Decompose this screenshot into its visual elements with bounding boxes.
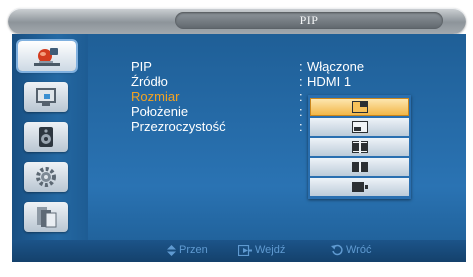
size-option-small-corner[interactable] bbox=[310, 98, 409, 116]
sidebar-item-multi[interactable] bbox=[24, 202, 68, 232]
menu-label-source[interactable]: Źródło bbox=[131, 75, 168, 89]
size-option-side[interactable] bbox=[310, 178, 409, 196]
menu-value-source: HDMI 1 bbox=[307, 74, 352, 89]
size-option-large-corner[interactable] bbox=[310, 118, 409, 136]
footer-return: Wróć bbox=[331, 244, 371, 256]
menu-colon: : bbox=[299, 119, 303, 134]
menu-colon: : bbox=[299, 89, 303, 104]
size-option-split[interactable] bbox=[310, 138, 409, 156]
pip-split-icon bbox=[351, 141, 368, 153]
speaker-icon bbox=[39, 127, 53, 147]
footer-enter-label: Wejdź bbox=[255, 244, 286, 256]
pip-split-wide-icon bbox=[351, 162, 368, 172]
multi-page-icon bbox=[37, 207, 57, 228]
menu-label-size[interactable]: Rozmiar bbox=[131, 90, 179, 104]
footer-move: Przen bbox=[167, 244, 208, 256]
menu-label-pip[interactable]: PIP bbox=[131, 60, 152, 74]
sidebar-item-setup[interactable] bbox=[24, 162, 68, 192]
pip-large-corner-icon bbox=[351, 121, 368, 133]
return-icon bbox=[331, 244, 343, 256]
size-dropdown bbox=[308, 95, 411, 199]
osd-menu: PIP PIP: Włączone Źródło: HDMI 1 Rozmi… bbox=[0, 0, 473, 277]
gear-icon bbox=[36, 167, 56, 187]
footer-return-label: Wróć bbox=[346, 244, 372, 256]
sidebar-item-input[interactable] bbox=[18, 41, 76, 71]
picture-screen-icon bbox=[36, 88, 56, 106]
pip-side-icon bbox=[351, 182, 368, 192]
footer-enter: Wejdź bbox=[238, 244, 285, 256]
enter-icon bbox=[238, 244, 252, 256]
footer-move-label: Przen bbox=[179, 244, 208, 256]
size-option-split-wide[interactable] bbox=[310, 158, 409, 176]
menu-label-position[interactable]: Położenie bbox=[131, 105, 188, 119]
up-down-arrow-icon bbox=[167, 244, 176, 256]
page-title: PIP bbox=[175, 12, 443, 29]
pip-small-corner-icon bbox=[351, 101, 368, 113]
footer-bar: Przen Wejdź Wróć bbox=[12, 240, 466, 262]
menu-value-pip: Włączone bbox=[307, 59, 365, 74]
satellite-dish-icon bbox=[34, 48, 60, 66]
menu-colon: : bbox=[299, 59, 303, 74]
menu-label-transparency[interactable]: Przezroczystość bbox=[131, 120, 226, 134]
sidebar-item-picture[interactable] bbox=[24, 82, 68, 112]
sidebar-item-sound[interactable] bbox=[24, 122, 68, 152]
menu-colon: : bbox=[299, 104, 303, 119]
sidebar bbox=[12, 34, 88, 252]
menu-colon: : bbox=[299, 74, 303, 89]
